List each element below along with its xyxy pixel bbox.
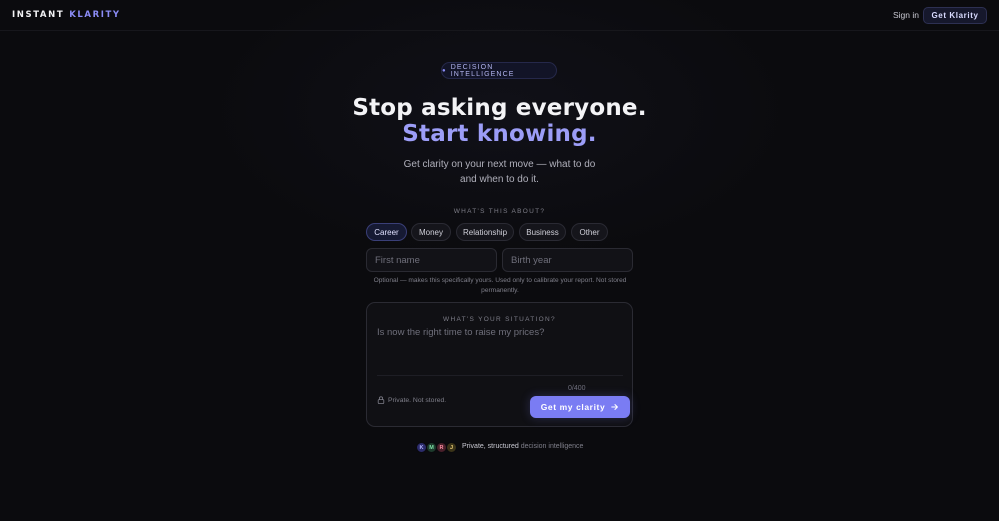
birth-year-placeholder: Birth year: [511, 254, 552, 266]
hero-title: Stop asking everyone.: [352, 95, 647, 121]
arrow-right-icon: [611, 404, 619, 410]
top-nav: INSTANT KLARITY Sign in Get Klarity: [0, 0, 999, 31]
submit-label: Get my clarity: [540, 402, 606, 412]
character-counter: 0/400: [568, 385, 586, 392]
privacy-text: Private. Not stored.: [388, 396, 447, 404]
topic-chip-career[interactable]: Career: [366, 223, 407, 241]
get-klarity-button[interactable]: Get Klarity: [923, 7, 987, 24]
optional-note: Optional — makes this specifically yours…: [373, 277, 627, 294]
topic-chip-money[interactable]: Money: [411, 223, 451, 241]
topic-label: WHAT'S THIS ABOUT?: [453, 208, 546, 215]
logo-primary: INSTANT: [12, 10, 65, 20]
situation-textarea[interactable]: Is now the right time to raise my prices…: [377, 327, 623, 375]
situation-placeholder: Is now the right time to raise my prices…: [377, 327, 545, 338]
sign-in-link[interactable]: Sign in: [893, 10, 919, 20]
avatar: J: [446, 442, 457, 453]
situation-label: WHAT'S YOUR SITUATION?: [443, 316, 556, 323]
badge-label: DECISION INTELLIGENCE: [450, 63, 515, 78]
divider: [377, 375, 623, 376]
hero-subtitle: Get clarity on your next move — what to …: [403, 159, 596, 185]
get-my-clarity-button[interactable]: Get my clarity: [530, 396, 630, 418]
situation-card: WHAT'S YOUR SITUATION? Is now the right …: [366, 302, 633, 427]
avatar-initial: R: [439, 444, 444, 451]
avatar-initial: K: [419, 444, 424, 451]
birth-year-input[interactable]: Birth year: [502, 248, 633, 272]
logo-accent: KLARITY: [69, 10, 121, 20]
hero-title-accent: Start knowing.: [402, 121, 597, 147]
avatar-initial: J: [449, 444, 454, 451]
first-name-placeholder: First name: [375, 254, 420, 266]
first-name-input[interactable]: First name: [366, 248, 497, 272]
badge-dot-icon: ●: [442, 67, 447, 74]
lock-icon: [377, 396, 385, 404]
proof-muted-text: decision intelligence: [520, 443, 584, 450]
topic-chip-other[interactable]: Other: [571, 223, 608, 241]
privacy-note: Private. Not stored.: [377, 396, 446, 404]
topic-chip-relationship[interactable]: Relationship: [456, 223, 514, 241]
avatar-initial: M: [429, 444, 434, 451]
topic-chip-business[interactable]: Business: [519, 223, 566, 241]
proof-strong-text: Private, structured: [462, 443, 519, 450]
social-proof-text: Private, structured decision intelligenc…: [462, 443, 583, 450]
category-badge: ● DECISION INTELLIGENCE: [441, 62, 557, 79]
brand-logo[interactable]: INSTANT KLARITY: [12, 10, 121, 20]
